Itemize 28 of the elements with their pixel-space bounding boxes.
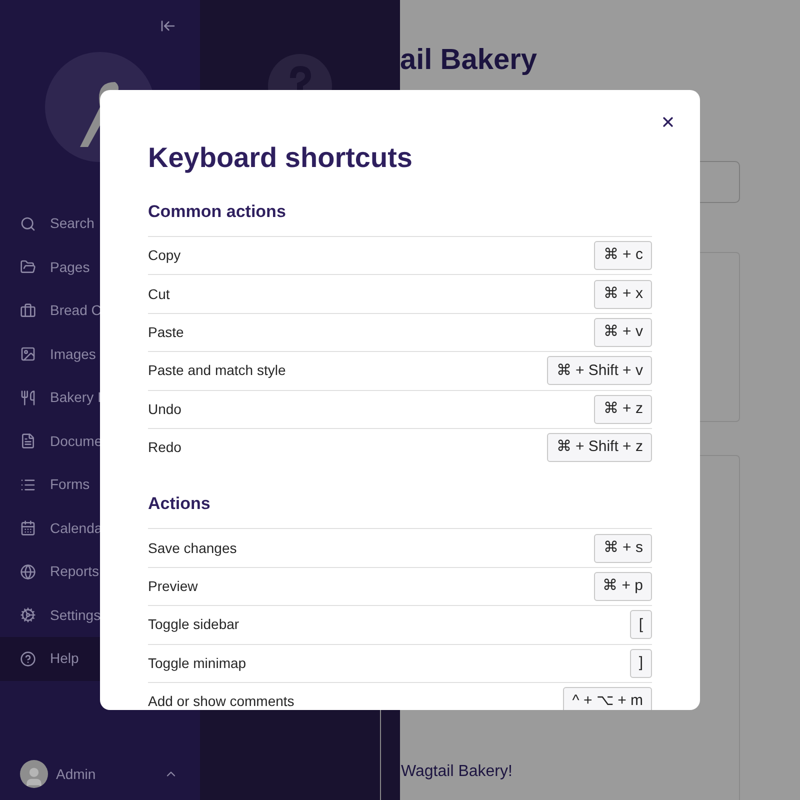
key-combo: ] [630, 648, 652, 678]
shortcut-label: Add or show comments [148, 692, 294, 710]
welcome-text: Wagtail Bakery! [401, 762, 514, 782]
shortcut-label: Toggle sidebar [148, 615, 240, 634]
key-combo: ⌘ + s [594, 534, 652, 563]
key-combo: ⌘ + c [594, 241, 652, 270]
shortcut-label: Undo [148, 400, 182, 419]
shortcut-label: Save changes [148, 538, 237, 558]
key-combo: ⌘ + v [594, 318, 652, 347]
key-combo: ⌘ + z [594, 394, 652, 424]
shortcut-label: Copy [148, 246, 181, 266]
key-combo: [ [630, 610, 652, 640]
shortcut-label: Cut [148, 284, 170, 304]
page-title: ail Bakery [400, 43, 538, 78]
dialog-title: Keyboard shortcuts [148, 141, 414, 175]
key-combo: ⌘ + p [594, 572, 652, 601]
shortcut-label: Paste and match style [148, 361, 286, 380]
shortcut-label: Redo [148, 438, 182, 458]
user-name: Admin [56, 764, 96, 784]
section-heading: Common actions [148, 201, 287, 223]
section-heading: Actions [148, 493, 212, 516]
key-combo: ⌘ + Shift + z [547, 433, 652, 462]
shortcut-label: Preview [148, 576, 198, 596]
shortcut-label: Toggle minimap [148, 654, 246, 673]
key-combo: ^ + ⌥ + m [563, 687, 652, 710]
key-combo: ⌘ + x [594, 280, 652, 309]
shortcut-label: Paste [148, 322, 184, 342]
key-combo: ⌘ + Shift + v [547, 356, 652, 386]
